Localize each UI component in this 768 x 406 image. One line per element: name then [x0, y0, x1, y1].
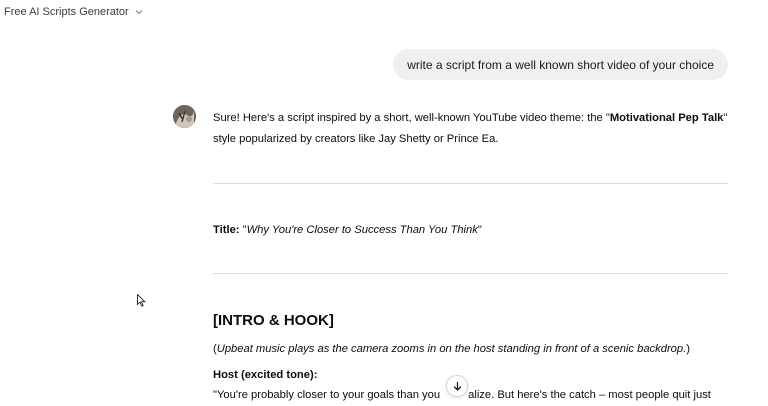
title-label: Title:: [213, 224, 240, 236]
title-quote-open: ": [239, 224, 247, 236]
stage-direction: (Upbeat music plays as the camera zooms …: [213, 339, 728, 360]
script-title-line: Title: "Why You're Closer to Success Tha…: [213, 220, 728, 241]
app-title: Free AI Scripts Generator: [4, 6, 129, 18]
section-heading: [INTRO & HOOK]: [213, 312, 334, 329]
mouse-cursor-icon: [137, 294, 146, 307]
assistant-intro-paragraph: Sure! Here's a script inspired by a shor…: [213, 108, 728, 150]
quote-text-start: "You're probably closer to your goals th…: [213, 389, 441, 401]
host-label: Host (excited tone):: [213, 369, 318, 381]
title-quote-close: ": [477, 224, 482, 236]
quote-text-end: alize. But here's the catch – most peopl…: [468, 389, 711, 401]
arrow-down-icon: [453, 381, 461, 391]
intro-bold-phrase: Motivational Pep Talk: [609, 112, 724, 124]
intro-text-start: Sure! Here's a script inspired by a shor…: [213, 112, 610, 124]
app-header[interactable]: Free AI Scripts Generator: [0, 0, 144, 24]
host-quote: "You're probably closer to your goals th…: [213, 385, 728, 406]
stage-paren-close: ): [686, 343, 690, 355]
assistant-avatar: [173, 105, 196, 128]
user-message-bubble: write a script from a well known short v…: [393, 49, 728, 80]
stage-direction-text: Upbeat music plays as the camera zooms i…: [216, 343, 687, 355]
chevron-down-icon[interactable]: [134, 7, 144, 17]
divider: [213, 183, 728, 184]
script-title: Why You're Closer to Success Than You Th…: [246, 224, 478, 236]
scroll-to-bottom-button[interactable]: [446, 375, 468, 397]
divider: [213, 273, 728, 274]
user-message-text: write a script from a well known short v…: [407, 57, 714, 72]
